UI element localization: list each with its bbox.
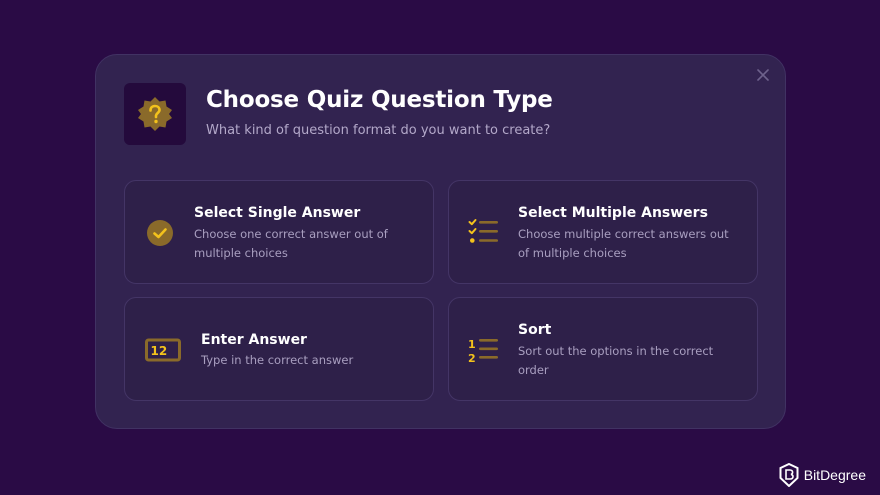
close-icon [757, 69, 769, 81]
modal-subtitle: What kind of question format do you want… [206, 123, 551, 138]
checklist-icon-wrap [468, 218, 500, 246]
header-icon-box [124, 83, 186, 145]
checklist-icon [468, 219, 498, 243]
option-sort[interactable]: 1 2 Sort Sort out the options in the cor… [448, 297, 758, 401]
svg-text:1: 1 [468, 338, 476, 351]
bitdegree-branding: BitDegree [779, 463, 866, 487]
ordered-list-icon: 1 2 [468, 338, 498, 364]
question-badge-icon [138, 97, 172, 131]
option-enter-answer[interactable]: 12 Enter Answer Type in the correct answ… [124, 297, 434, 401]
option-description: Sort out the options in the correct orde… [518, 344, 714, 377]
option-description: Choose multiple correct answers out of m… [518, 227, 729, 260]
question-type-modal: Choose Quiz Question Type What kind of q… [95, 54, 786, 429]
check-circle-icon [147, 220, 173, 246]
option-title: Sort [518, 322, 552, 338]
ordered-list-icon-wrap: 1 2 [468, 336, 500, 364]
number-input-icon: 12 [145, 338, 181, 362]
option-title: Enter Answer [201, 332, 307, 348]
number-input-icon-wrap: 12 [145, 337, 181, 363]
option-select-single-answer[interactable]: Select Single Answer Choose one correct … [124, 180, 434, 284]
option-title: Select Single Answer [194, 205, 361, 221]
option-select-multiple-answers[interactable]: Select Multiple Answers Choose multiple … [448, 180, 758, 284]
svg-text:2: 2 [468, 352, 476, 364]
option-description: Choose one correct answer out of multipl… [194, 227, 388, 260]
check-circle-icon-wrap [145, 218, 175, 248]
svg-text:12: 12 [151, 344, 168, 358]
option-description: Type in the correct answer [201, 353, 354, 367]
modal-title: Choose Quiz Question Type [206, 87, 553, 113]
close-button[interactable] [755, 67, 771, 83]
option-title: Select Multiple Answers [518, 205, 708, 221]
brand-name: BitDegree [803, 467, 866, 483]
bitdegree-logo-icon [779, 463, 799, 487]
